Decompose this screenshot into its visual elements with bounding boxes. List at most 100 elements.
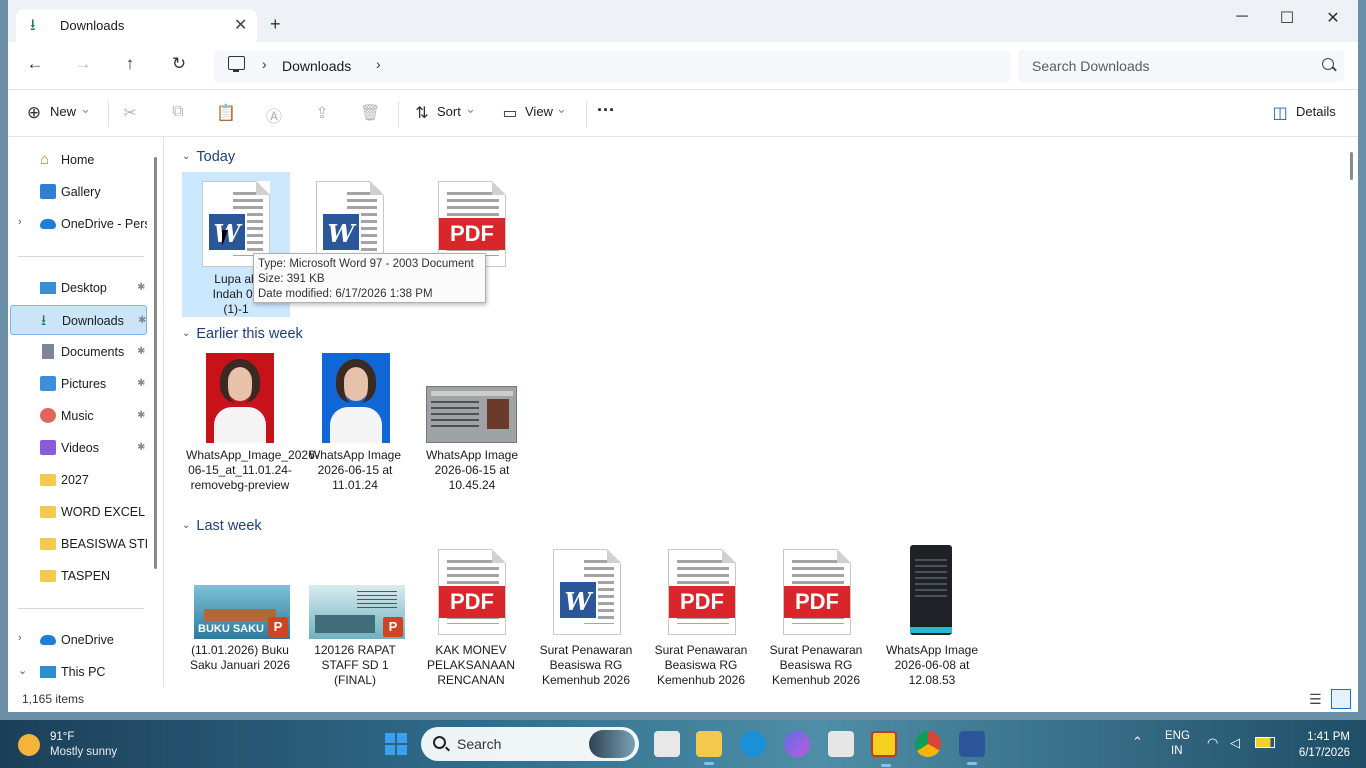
refresh-button[interactable]: ↻ — [166, 54, 192, 74]
sidebar-item-this-pc[interactable]: ⌄ This PC — [10, 657, 147, 687]
copilot-icon[interactable] — [784, 731, 810, 757]
this-pc-icon[interactable] — [228, 56, 245, 72]
close-window-button[interactable]: ✕ — [1323, 8, 1343, 28]
file-item-ppt-buku-saku[interactable]: BUKU SAKU P (11.01.2026) Buku Saku Janua… — [186, 541, 294, 687]
chevron-down-icon[interactable]: ⌄ — [182, 520, 190, 531]
sidebar-item-word-excel[interactable]: WORD EXCEL — [10, 497, 147, 527]
tooltip-size: Size: 391 KB — [258, 273, 325, 285]
forward-button[interactable]: → — [70, 54, 96, 74]
tab-downloads[interactable]: ⭳ Downloads ✕ — [16, 9, 257, 42]
sidebar-item-onedrive-personal[interactable]: › OneDrive - Personal — [10, 209, 147, 239]
pin-icon[interactable]: ✱ — [137, 442, 145, 453]
group-header-earlier-this-week[interactable]: ⌄ Earlier this week — [182, 326, 303, 342]
chevron-right-icon[interactable]: › — [262, 56, 267, 72]
word-taskbar-icon[interactable] — [959, 731, 985, 765]
chevron-down-icon[interactable]: ⌄ — [182, 151, 190, 162]
documents-icon — [42, 344, 54, 359]
pin-icon[interactable]: ✱ — [137, 378, 145, 389]
sidebar-item-documents[interactable]: Documents ✱ — [10, 337, 147, 367]
file-item-photo-blue[interactable]: WhatsApp Image 2026-06-15 at 11.01.24 — [301, 349, 409, 509]
new-plus-icon[interactable]: ⊕ — [24, 103, 44, 123]
file-item-word-surat[interactable]: W Surat Penawaran Beasiswa RG Kemenhub 2… — [532, 541, 640, 687]
file-explorer-taskbar-icon[interactable] — [696, 731, 722, 765]
start-button[interactable] — [385, 733, 407, 755]
file-item-photo-red[interactable]: WhatsApp_Image_2026-06-15_at_11.01.24-re… — [186, 349, 319, 509]
sidebar-item-home[interactable]: ⌂ Home — [10, 145, 147, 175]
chevron-down-icon[interactable]: ⌄ — [465, 101, 476, 117]
chevron-down-icon[interactable]: ⌄ — [182, 328, 190, 339]
chevron-right-icon[interactable]: › — [376, 56, 381, 72]
sidebar-item-gallery[interactable]: Gallery — [10, 177, 147, 207]
maximize-button[interactable]: ☐ — [1277, 8, 1297, 28]
group-header-today[interactable]: ⌄ Today — [182, 149, 235, 165]
sidebar-item-2027[interactable]: 2027 — [10, 465, 147, 495]
chevron-down-icon[interactable]: ⌄ — [556, 101, 567, 117]
task-view-icon[interactable] — [654, 731, 680, 757]
battery-icon[interactable] — [1255, 737, 1275, 748]
copy-icon[interactable]: ⧉ — [168, 103, 188, 121]
address-bar[interactable]: › Downloads › — [214, 50, 1010, 82]
sidebar-item-beasiswa-stip[interactable]: BEASISWA STIP — [10, 529, 147, 559]
pin-icon[interactable]: ✱ — [137, 346, 145, 357]
file-item-whatsapp-phone[interactable]: WhatsApp Image 2026-06-08 at 12.08.53 — [878, 541, 986, 687]
details-pane-icon[interactable]: ◫ — [1270, 103, 1290, 123]
pin-icon[interactable]: ✱ — [138, 315, 146, 326]
large-icons-view-icon[interactable] — [1331, 689, 1351, 709]
share-icon[interactable]: ⇪ — [312, 103, 332, 123]
file-item-pdf-surat-2[interactable]: PDF Surat Penawaran Beasiswa RG Kemenhub… — [762, 541, 870, 687]
sidebar-item-videos[interactable]: Videos ✱ — [10, 433, 147, 463]
file-item-pdf-surat[interactable]: PDF Surat Penawaran Beasiswa RG Kemenhub… — [647, 541, 755, 687]
chevron-down-icon[interactable]: ⌄ — [18, 664, 27, 677]
view-icon[interactable]: ▭ — [500, 103, 520, 123]
weather-widget[interactable]: 91°F Mostly sunny — [14, 728, 154, 762]
file-item-ppt-rapat[interactable]: P 120126 RAPAT STAFF SD 1 (FINAL) — [301, 541, 409, 687]
sidebar-item-label: This PC — [61, 665, 106, 679]
show-hidden-icons[interactable]: ⌃ — [1132, 734, 1143, 750]
delete-icon[interactable]: 🗑 — [360, 103, 380, 123]
details-button[interactable]: Details — [1296, 104, 1336, 119]
camera-icon[interactable] — [828, 731, 854, 757]
sidebar-item-desktop[interactable]: Desktop ✱ — [10, 273, 147, 303]
up-button[interactable]: ↑ — [117, 54, 143, 74]
search-placeholder[interactable]: Search Downloads — [1032, 58, 1150, 74]
search-icon[interactable] — [1322, 58, 1334, 70]
volume-icon[interactable]: ◁ — [1230, 735, 1240, 751]
wifi-icon[interactable]: ◠ — [1207, 735, 1218, 751]
new-button[interactable]: New — [50, 104, 76, 119]
clock[interactable]: 1:41 PM 6/17/2026 — [1290, 729, 1350, 761]
sidebar-item-pictures[interactable]: Pictures ✱ — [10, 369, 147, 399]
minimize-button[interactable]: ─ — [1232, 8, 1252, 26]
back-button[interactable]: ← — [22, 54, 48, 74]
cut-icon[interactable]: ✂ — [120, 103, 140, 123]
chevron-right-icon[interactable]: › — [18, 216, 22, 228]
breadcrumb-downloads[interactable]: Downloads — [282, 58, 351, 74]
more-options-button[interactable]: ··· — [597, 100, 615, 121]
new-tab-button[interactable]: + — [270, 14, 281, 35]
taskbar-search[interactable]: Search — [421, 727, 639, 761]
pin-icon[interactable]: ✱ — [137, 410, 145, 421]
sidebar-item-taspen[interactable]: TASPEN — [10, 561, 147, 591]
sort-icon[interactable]: ⇅ — [412, 103, 432, 123]
sidebar-item-music[interactable]: Music ✱ — [10, 401, 147, 431]
sidebar-item-onedrive[interactable]: › OneDrive — [10, 625, 147, 655]
content-scrollbar[interactable] — [1350, 152, 1353, 180]
paste-icon[interactable]: 📋 — [216, 103, 236, 123]
rename-icon[interactable]: Ⓐ — [264, 103, 284, 127]
chrome-icon[interactable] — [915, 731, 941, 757]
edge-icon[interactable] — [740, 731, 766, 757]
view-button[interactable]: View — [525, 104, 553, 119]
sticky-notes-icon[interactable] — [871, 731, 897, 767]
sidebar-item-downloads[interactable]: ⭳ Downloads ✱ — [10, 305, 147, 335]
group-header-last-week[interactable]: ⌄ Last week — [182, 518, 262, 534]
file-item-pdf-kak-monev[interactable]: PDF KAK MONEV PELAKSANAAN RENCANAN PENGA… — [417, 541, 525, 687]
chevron-down-icon[interactable]: ⌄ — [80, 101, 91, 117]
details-view-icon[interactable]: ☰ — [1309, 691, 1322, 708]
chevron-right-icon[interactable]: › — [18, 632, 22, 644]
sidebar-scrollbar[interactable] — [154, 157, 157, 569]
language-indicator[interactable]: ENG IN — [1165, 729, 1190, 759]
file-item-id-card[interactable]: WhatsApp Image 2026-06-15 at 10.45.24 — [418, 349, 526, 509]
sort-button[interactable]: Sort — [437, 104, 461, 119]
close-tab-icon[interactable]: ✕ — [234, 15, 247, 35]
pin-icon[interactable]: ✱ — [137, 282, 145, 293]
search-box[interactable]: Search Downloads — [1018, 50, 1344, 82]
